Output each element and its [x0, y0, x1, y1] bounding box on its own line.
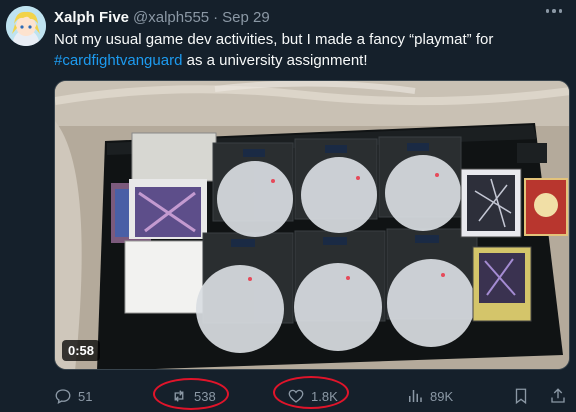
heart-icon: [288, 389, 304, 403]
more-options-icon[interactable]: [545, 9, 562, 13]
video-media[interactable]: [54, 80, 570, 370]
tweet[interactable]: Xalph Five @xalph555 · Sep 29 Not my usu…: [0, 0, 576, 412]
hashtag-link[interactable]: #cardfightvanguard: [54, 52, 182, 69]
like-button[interactable]: 1.8K: [287, 382, 338, 410]
views-button[interactable]: 89K: [406, 382, 453, 410]
like-count: 1.8K: [311, 388, 338, 404]
tweet-header: Xalph Five @xalph555 · Sep 29: [54, 7, 270, 27]
action-bar: 51 538 1.8K 89K: [0, 382, 576, 410]
analytics-icon: [409, 390, 422, 402]
share-button[interactable]: [549, 382, 567, 410]
author-name[interactable]: Xalph Five: [54, 9, 129, 26]
repost-button[interactable]: 538: [170, 382, 216, 410]
tweet-date[interactable]: Sep 29: [222, 9, 270, 26]
share-icon: [551, 388, 565, 403]
repost-count: 538: [194, 388, 216, 404]
repost-icon: [174, 390, 184, 402]
tweet-text: Not my usual game dev activities, but I …: [54, 29, 564, 71]
bookmark-button[interactable]: [512, 382, 530, 410]
playmat-photo: [55, 81, 569, 369]
tweet-text-line1: Not my usual game dev activities, but I …: [54, 31, 494, 48]
reply-icon: [55, 389, 71, 405]
reply-count: 51: [78, 388, 93, 404]
tweet-text-line2: as a university assignment!: [182, 52, 368, 69]
avatar[interactable]: [6, 6, 46, 46]
bookmark-icon: [515, 388, 527, 405]
reply-button[interactable]: 51: [54, 382, 92, 410]
view-count: 89K: [430, 388, 454, 404]
author-handle[interactable]: @xalph555: [133, 9, 209, 26]
video-duration: 0:58: [62, 340, 101, 361]
separator: ·: [213, 8, 219, 26]
